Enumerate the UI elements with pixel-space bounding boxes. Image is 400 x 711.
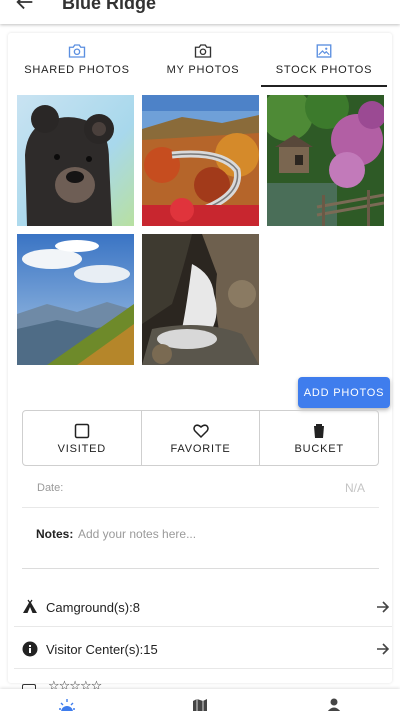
tab-stock-photos[interactable]: STOCK PHOTOS xyxy=(261,33,387,87)
photo-waterfall[interactable] xyxy=(142,234,259,365)
date-label: Date: xyxy=(37,482,64,494)
park-detail-sheet: SHARED PHOTOS MY PHOTOS STOCK PHOTOS xyxy=(8,33,392,683)
notes-input[interactable] xyxy=(78,524,358,544)
add-photos-button[interactable]: ADD PHOTOS xyxy=(298,377,390,408)
favorite-button[interactable]: FAVORITE xyxy=(142,411,261,465)
bucket-button[interactable]: BUCKET xyxy=(260,411,378,465)
camera-icon xyxy=(68,44,86,58)
photo-bear-cub[interactable] xyxy=(17,95,134,226)
tent-icon xyxy=(23,599,37,613)
arrow-right-icon xyxy=(377,643,390,655)
visited-label: VISITED xyxy=(57,443,107,455)
camera-icon xyxy=(194,44,212,58)
arrow-left-icon[interactable] xyxy=(14,0,36,13)
bear-cub-image xyxy=(17,95,134,226)
person-icon[interactable] xyxy=(326,698,342,711)
photo-tabs: SHARED PHOTOS MY PHOTOS STOCK PHOTOS xyxy=(8,33,392,87)
tab-label: STOCK PHOTOS xyxy=(275,64,373,76)
app-bar: Blue Ridge xyxy=(0,0,400,24)
mountain-vista-image xyxy=(17,234,134,365)
sun-icon[interactable] xyxy=(59,698,75,711)
visitor-centers-text: Visitor Center(s):15 xyxy=(46,642,158,657)
campgrounds-text: Camground(s):8 xyxy=(46,600,140,615)
waterfall-image xyxy=(142,234,259,365)
map-icon[interactable] xyxy=(192,698,208,711)
visitor-centers-row[interactable]: Visitor Center(s):15 xyxy=(14,629,392,669)
list-actions: VISITED FAVORITE BUCKET xyxy=(22,410,379,466)
mill-image xyxy=(267,95,384,226)
bucket-label: BUCKET xyxy=(294,443,344,455)
photo-mountain-vista[interactable] xyxy=(17,234,134,365)
favorite-label: FAVORITE xyxy=(170,443,231,455)
photo-mill[interactable] xyxy=(267,95,384,226)
tab-my-photos[interactable]: MY PHOTOS xyxy=(140,33,266,87)
tab-label: MY PHOTOS xyxy=(166,64,240,76)
bottom-navigation xyxy=(0,689,400,711)
photo-viaduct[interactable] xyxy=(142,95,259,226)
tab-shared-photos[interactable]: SHARED PHOTOS xyxy=(14,33,140,87)
bucket-icon xyxy=(314,424,325,438)
checkbox-icon xyxy=(74,423,90,439)
heart-icon xyxy=(192,424,209,439)
image-icon xyxy=(316,44,332,58)
info-icon xyxy=(22,641,38,657)
page-title: Blue Ridge xyxy=(62,0,157,13)
date-row: Date: N/A xyxy=(22,472,379,508)
arrow-right-icon xyxy=(377,601,390,613)
campgrounds-row[interactable]: Camground(s):8 xyxy=(14,587,392,627)
notes-label: Notes: xyxy=(36,527,74,541)
date-value[interactable]: N/A xyxy=(345,481,365,495)
notes-row: Notes: xyxy=(22,517,379,569)
tab-label: SHARED PHOTOS xyxy=(24,64,130,76)
visited-button[interactable]: VISITED xyxy=(23,411,142,465)
viaduct-image xyxy=(142,95,259,226)
